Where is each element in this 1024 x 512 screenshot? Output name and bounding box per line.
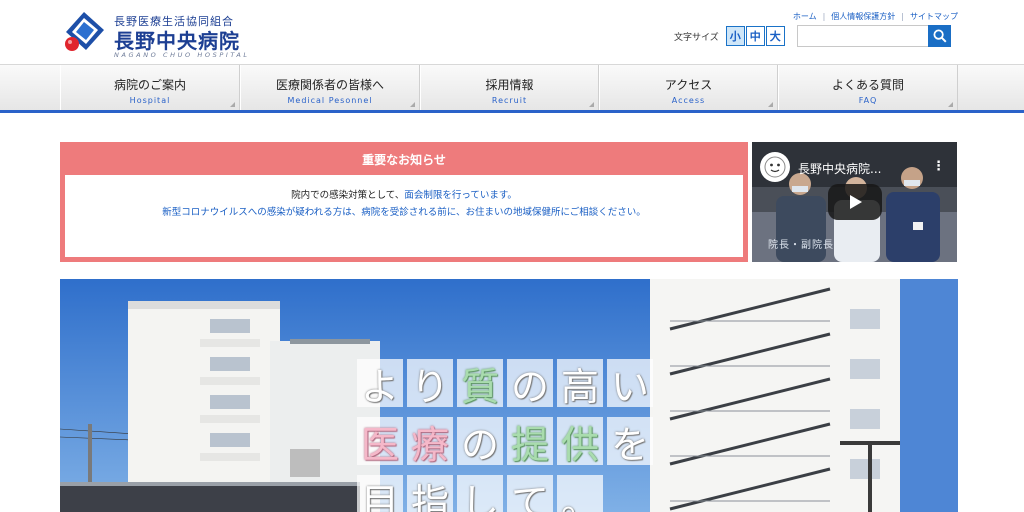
corner-arrow-icon (768, 102, 773, 107)
nav-sublabel: Recruit (491, 96, 528, 105)
font-size-selector: 文字サイズ 小 中 大 (674, 25, 785, 47)
site-header: 長野医療生活協同組合 長野中央病院 NAGANO CHUO HOSPITAL ホ… (0, 0, 1024, 64)
hero-slogan-line-1: よ り 質 の 高 い (357, 359, 717, 417)
slogan-char: の (507, 359, 553, 409)
privacy-policy-link[interactable]: 個人情報保護方針 (831, 12, 895, 21)
corner-arrow-icon (410, 102, 415, 107)
nav-item-access[interactable]: アクセス Access (599, 65, 778, 111)
corner-arrow-icon (589, 102, 594, 107)
slogan-char: よ (357, 359, 403, 409)
nav-sublabel: Medical Pesonnel (287, 96, 373, 105)
slogan-char: 指 (407, 475, 453, 512)
nav-sublabel: FAQ (858, 96, 878, 105)
slogan-char: 質 (457, 359, 503, 409)
slogan-char: 目 (357, 475, 403, 512)
global-nav: 病院のご案内 Hospital 医療関係者の皆様へ Medical Pesonn… (0, 64, 1024, 111)
font-size-label: 文字サイズ (674, 32, 719, 43)
nav-label: 採用情報 (485, 78, 534, 92)
video-title[interactable]: 長野中央病院... (798, 160, 881, 177)
utility-links: ホーム | 個人情報保護方針 | サイトマップ (793, 11, 958, 22)
hero-banner: よ り 質 の 高 い 医 療 の 提 供 を 目 指 し て 。 (60, 279, 958, 512)
slogan-char: 療 (407, 417, 453, 467)
site-logo[interactable]: 長野医療生活協同組合 長野中央病院 NAGANO CHUO HOSPITAL (62, 8, 272, 59)
visitation-restriction-link[interactable]: 面会制限を行っています。 (404, 190, 517, 201)
play-button[interactable] (828, 184, 882, 220)
nav-item-medical-personnel[interactable]: 医療関係者の皆様へ Medical Pesonnel (240, 65, 420, 111)
search-icon (933, 29, 947, 43)
link-separator: | (901, 12, 904, 21)
hospital-roman-name: NAGANO CHUO HOSPITAL (114, 51, 250, 59)
hero-slogan-line-3: 目 指 し て 。 (357, 475, 717, 512)
logo-mark-icon (65, 12, 104, 51)
slogan-char: い (607, 359, 653, 409)
video-caption: 院長・副院長 (768, 240, 834, 251)
page: 長野医療生活協同組合 長野中央病院 NAGANO CHUO HOSPITAL ホ… (0, 0, 1024, 512)
site-search (797, 25, 951, 47)
slogan-char: 提 (507, 417, 553, 467)
slogan-char: 医 (357, 417, 403, 467)
channel-avatar-icon[interactable] (760, 152, 790, 182)
font-size-small-button[interactable]: 小 (725, 26, 745, 46)
slogan-char: て (507, 475, 553, 512)
link-separator: | (822, 12, 826, 21)
important-notice: 重要なお知らせ 院内での感染対策として、面会制限を行っています。 新型コロナウイ… (60, 142, 748, 262)
notice-line-1-text: 院内での感染対策として、 (291, 190, 405, 201)
slogan-char: の (457, 417, 503, 467)
play-icon (850, 195, 862, 209)
search-input[interactable] (797, 25, 928, 47)
font-size-medium-button[interactable]: 中 (745, 26, 765, 46)
corner-arrow-icon (948, 102, 953, 107)
hero-slogan: よ り 質 の 高 い 医 療 の 提 供 を 目 指 し て 。 (357, 359, 717, 512)
covid-notice-link[interactable]: 新型コロナウイルスへの感染が疑われる方は、病院を受診される前に、お住まいの地域保… (65, 204, 743, 218)
nav-label: よくある質問 (831, 78, 904, 92)
nav-item-hospital[interactable]: 病院のご案内 Hospital (60, 65, 240, 111)
nav-sublabel: Hospital (129, 96, 171, 105)
slogan-char: り (407, 359, 453, 409)
notice-body: 院内での感染対策として、面会制限を行っています。 新型コロナウイルスへの感染が疑… (65, 175, 743, 257)
nav-label: 病院のご案内 (113, 78, 186, 92)
hospital-name: 長野中央病院 (114, 29, 240, 53)
slogan-char: し (457, 475, 503, 512)
nav-label: 医療関係者の皆様へ (275, 78, 384, 92)
video-embed[interactable]: 長野中央病院... ⋮ 院長・副院長 (752, 142, 957, 262)
font-size-large-button[interactable]: 大 (765, 26, 785, 46)
nav-label: アクセス (664, 78, 713, 92)
nav-sublabel: Access (671, 96, 706, 105)
nav-underline (0, 110, 1024, 113)
hero-slogan-line-2: 医 療 の 提 供 を (357, 417, 717, 475)
sitemap-link[interactable]: サイトマップ (910, 12, 958, 21)
home-link[interactable]: ホーム (793, 12, 817, 21)
slogan-char: を (607, 417, 653, 467)
corner-arrow-icon (230, 102, 235, 107)
slogan-char: 。 (557, 475, 603, 512)
nav-item-recruit[interactable]: 採用情報 Recruit (420, 65, 599, 111)
slogan-char: 高 (557, 359, 603, 409)
notice-title: 重要なお知らせ (362, 153, 446, 167)
notice-line-1: 院内での感染対策として、面会制限を行っています。 (65, 187, 743, 201)
slogan-char: 供 (557, 417, 603, 467)
more-vert-icon[interactable]: ⋮ (932, 159, 945, 174)
nav-item-faq[interactable]: よくある質問 FAQ (778, 65, 958, 111)
cartoon-face-icon (764, 156, 786, 178)
search-button[interactable] (928, 25, 951, 47)
